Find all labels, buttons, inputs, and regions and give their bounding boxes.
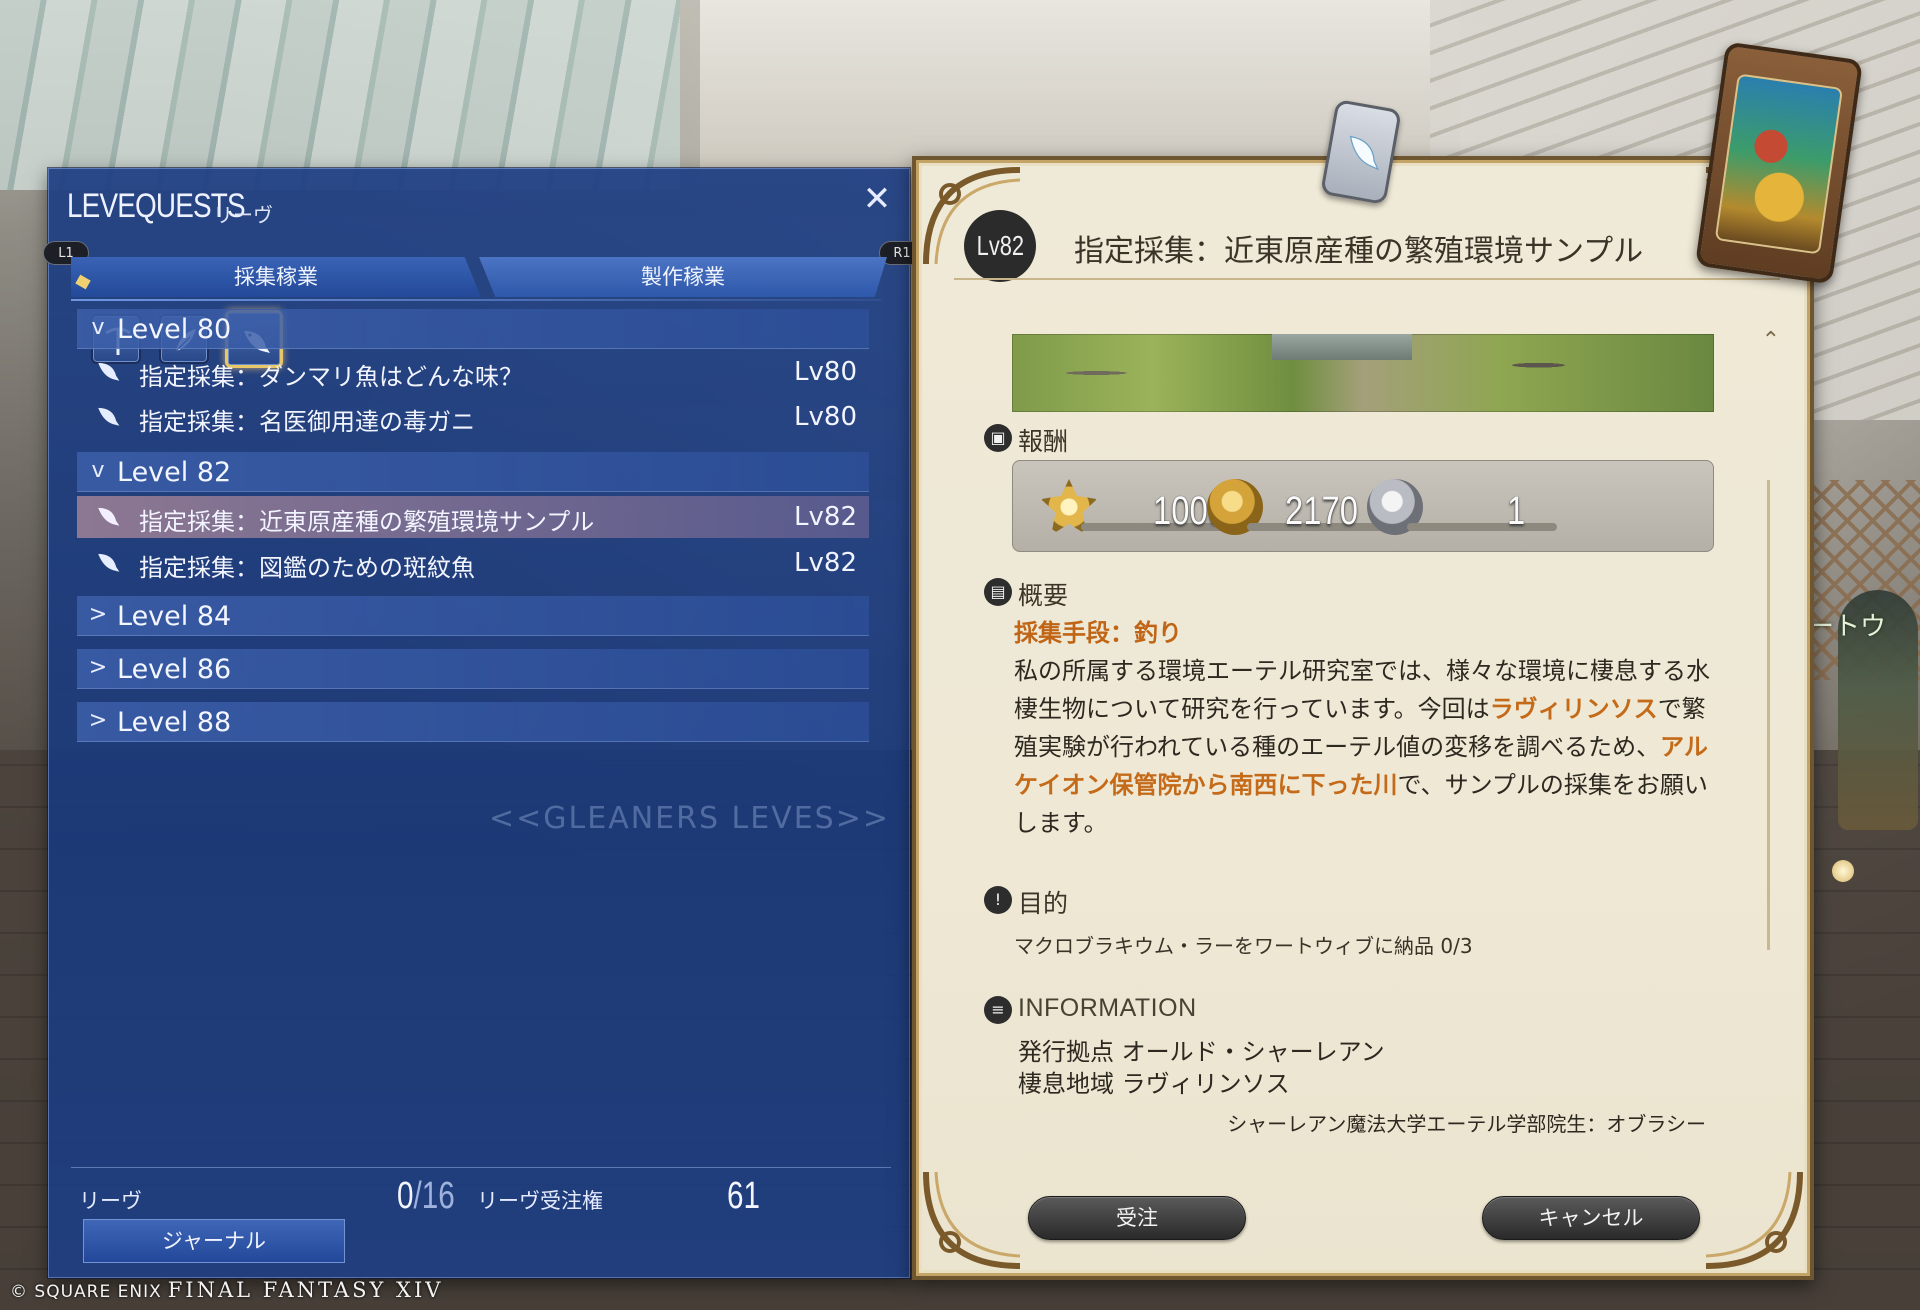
frame-ornament (920, 1162, 1030, 1272)
quest-row-selected[interactable]: 指定採集：近東原産種の繁殖環境サンプル Lv82 (77, 496, 869, 538)
leves-label: リーヴ (79, 1189, 142, 1213)
level-group-label: Level 84 (117, 601, 232, 632)
accept-button[interactable]: 受注 (1028, 1196, 1246, 1240)
level-group-86[interactable]: > Level 86 (77, 649, 869, 689)
exclamation-icon: ! (984, 886, 1012, 914)
frame-ornament (1696, 1162, 1806, 1272)
cancel-button[interactable]: キャンセル (1482, 1196, 1700, 1240)
level-group-84[interactable]: > Level 84 (77, 596, 869, 636)
location-banner-image (1012, 334, 1714, 412)
stained-glass-portrait (1714, 73, 1844, 255)
overview-label: 概要 (1018, 581, 1069, 610)
tab-label: 採集稼業 (234, 265, 318, 289)
seal-value: 1 (1507, 489, 1526, 533)
level-group-88[interactable]: > Level 88 (77, 702, 869, 742)
quest-level: Lv80 (794, 402, 857, 432)
information-text: 発行拠点 オールド・シャーレアン 棲息地域 ラヴィリンソス (1018, 1036, 1385, 1100)
quest-level: Lv82 (794, 548, 857, 578)
level-group-label: Level 82 (117, 457, 232, 488)
description: 私の所属する環境エーテル研究室では、様々な環境に棲息する水棲生物について研究を行… (1014, 652, 1714, 842)
level-badge-text: Lv82 (976, 230, 1024, 261)
reward-underline (1407, 523, 1557, 531)
fish-icon (98, 507, 120, 526)
information-label: INFORMATION (1018, 994, 1197, 1022)
journal-button[interactable]: ジャーナル (83, 1219, 345, 1263)
rewards-box: 1000 2170 1 (1012, 460, 1714, 552)
awning (0, 0, 680, 190)
scroll-up-icon[interactable]: ⌃ (1762, 328, 1780, 353)
company-name: © SQUARE ENIX (10, 1282, 162, 1302)
footer-divider (71, 1167, 891, 1168)
objective-label: 目的 (1018, 889, 1069, 918)
close-button[interactable]: ✕ (859, 181, 895, 217)
objective-text: マクロブラキウム・ラーをワートウィブに納品 0/3 (1014, 934, 1473, 958)
levequests-window: LEVEQUESTS リーヴ ✕ L1 R1 採集稼業 製作稼業 v Level… (43, 168, 925, 1278)
active-tab-marker (75, 274, 91, 290)
quest-level: Lv80 (794, 357, 857, 387)
document-icon: ≡ (984, 996, 1012, 1024)
level-group-label: Level 86 (117, 654, 232, 685)
gil-value: 2170 (1285, 489, 1358, 533)
fish-icon (98, 362, 120, 381)
chevron-right-icon: > (88, 708, 108, 733)
overview-text: 採集手段：釣り 私の所属する環境エーテル研究室では、様々な環境に棲息する水棲生物… (1014, 614, 1714, 842)
quest-name: 指定採集：近東原産種の繁殖環境サンプル (139, 508, 595, 536)
quest-row[interactable]: 指定採集：図鑑のための斑紋魚 Lv82 (77, 542, 869, 584)
issuer-name: シャーレアン魔法大学エーテル学部院生：オブラシー (1227, 1112, 1706, 1136)
window-subtitle: リーヴ (213, 203, 273, 227)
tab-gathering[interactable]: 採集稼業 (71, 257, 481, 297)
leves-count: 0/16 (397, 1175, 455, 1218)
quest-name: 指定採集：ダンマリ魚はどんな味？ (139, 363, 523, 391)
chevron-right-icon: > (88, 655, 108, 680)
quest-row[interactable]: 指定採集：ダンマリ魚はどんな味？ Lv80 (77, 351, 869, 393)
fish-icon (98, 407, 120, 426)
gathering-method: 採集手段：釣り (1014, 619, 1182, 647)
level-group-label: Level 80 (117, 314, 232, 345)
book-icon: ▤ (984, 578, 1012, 606)
tab-bar: 採集稼業 製作稼業 (71, 257, 899, 297)
issuing-location: 発行拠点 オールド・シャーレアン (1018, 1038, 1385, 1066)
scrollbar[interactable] (1767, 480, 1770, 950)
leve-detail-window: Lv82 指定採集：近東原産種の繁殖環境サンプル ⌃ ▣ 報酬 1000 217… (912, 98, 1814, 1280)
leves-current: 0 (397, 1175, 414, 1217)
game-logo-text: FINAL FANTASY XIV (167, 1278, 444, 1302)
habitat-region: 棲息地域 ラヴィリンソス (1018, 1070, 1290, 1098)
lamp (1832, 860, 1854, 882)
chevron-right-icon: > (88, 602, 108, 627)
leve-allowance-label: リーヴ受注権 (477, 1189, 603, 1213)
leve-allowance-value: 61 (727, 1175, 760, 1217)
chevron-down-icon: v (91, 458, 105, 483)
leves-max: /16 (413, 1175, 455, 1217)
tab-label: 製作稼業 (641, 265, 725, 289)
quest-row[interactable]: 指定採集：名医御用達の毒ガニ Lv80 (77, 396, 869, 438)
fish-icon (98, 553, 120, 572)
tab-crafting[interactable]: 製作稼業 (479, 257, 887, 297)
quest-name: 指定採集：図鑑のための斑紋魚 (139, 554, 475, 582)
tab-underline (71, 299, 881, 301)
quest-name: 指定採集：名医御用達の毒ガニ (139, 408, 475, 436)
chest-icon: ▣ (984, 424, 1012, 452)
fish-icon (1349, 135, 1379, 171)
level-group-82[interactable]: v Level 82 (77, 452, 869, 492)
level-badge: Lv82 (964, 210, 1036, 282)
chevron-down-icon: v (91, 315, 105, 340)
rewards-label: 報酬 (1018, 427, 1069, 456)
copyright-notice: © SQUARE ENIX FINAL FANTASY XIV (10, 1278, 443, 1302)
gleaners-leves-watermark: <<GLEANERS LEVES>> (489, 801, 890, 836)
quest-title: 指定採集：近東原産種の繁殖環境サンプル (1074, 234, 1644, 269)
level-group-label: Level 88 (117, 707, 232, 738)
level-group-80[interactable]: v Level 80 (77, 309, 869, 349)
quest-level: Lv82 (794, 502, 857, 532)
location-highlight: ラヴィリンソス (1489, 695, 1658, 723)
